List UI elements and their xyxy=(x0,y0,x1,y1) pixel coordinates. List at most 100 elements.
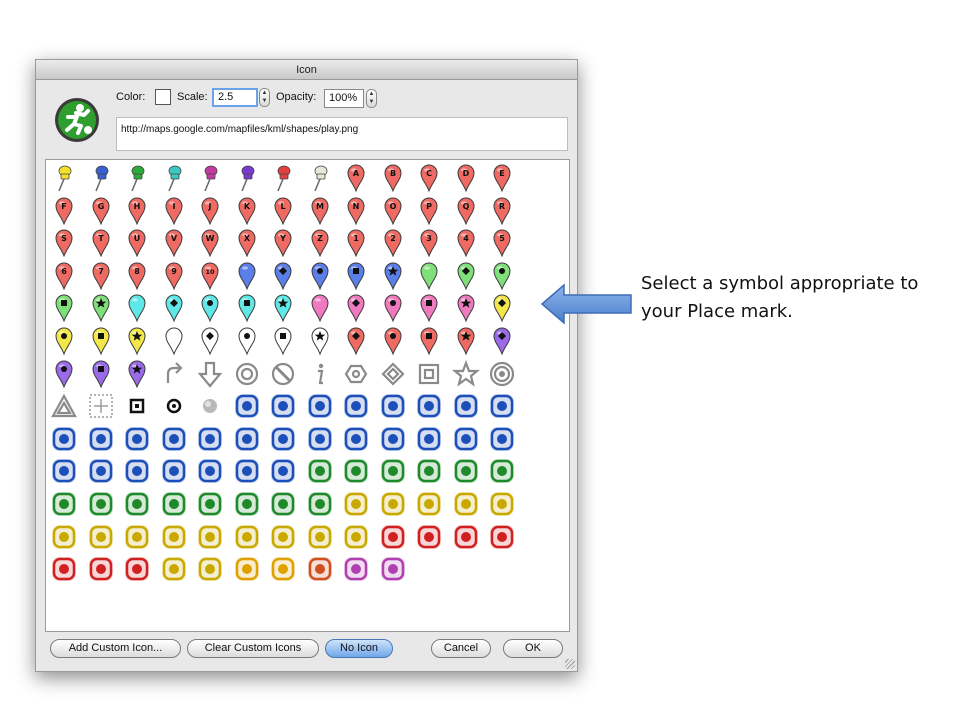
turn-arrow-icon[interactable] xyxy=(159,359,189,389)
gas-station-icon[interactable] xyxy=(159,522,189,552)
pin-square-icon[interactable] xyxy=(414,326,444,356)
pin-dot-icon[interactable] xyxy=(49,326,79,356)
water-waves-icon[interactable] xyxy=(49,456,79,486)
phone-icon[interactable] xyxy=(487,522,517,552)
triangle-outline-icon[interactable] xyxy=(49,391,79,421)
pin-diamond-icon[interactable] xyxy=(451,261,481,291)
pin-w-icon[interactable]: W xyxy=(195,228,225,258)
pin-diamond-icon[interactable] xyxy=(268,261,298,291)
hospital-icon[interactable] xyxy=(414,522,444,552)
sailing-icon[interactable] xyxy=(195,456,225,486)
pin-diamond-icon[interactable] xyxy=(487,293,517,323)
pin-q-icon[interactable]: Q xyxy=(451,196,481,226)
pin-7-icon[interactable]: 7 xyxy=(86,261,116,291)
target-circle-icon[interactable] xyxy=(232,359,262,389)
snowflake-icon[interactable] xyxy=(86,456,116,486)
horse-riding-icon[interactable] xyxy=(195,489,225,519)
pin-p-icon[interactable]: P xyxy=(414,196,444,226)
pin-diamond-icon[interactable] xyxy=(159,293,189,323)
poi-arrow-icon[interactable] xyxy=(49,489,79,519)
movies-icon[interactable] xyxy=(378,489,408,519)
star-outline-icon[interactable] xyxy=(451,359,481,389)
down-arrow-icon[interactable] xyxy=(195,359,225,389)
coffee-icon[interactable] xyxy=(268,391,298,421)
icon-url-field[interactable]: http://maps.google.com/mapfiles/kml/shap… xyxy=(116,117,568,151)
pin-plain-icon[interactable] xyxy=(159,326,189,356)
sunny-icon[interactable] xyxy=(232,554,262,584)
pin-u-icon[interactable]: U xyxy=(122,228,152,258)
pin-diamond-icon[interactable] xyxy=(341,293,371,323)
convenience-icon[interactable] xyxy=(451,489,481,519)
grocery-icon[interactable] xyxy=(414,489,444,519)
yen-icon[interactable] xyxy=(341,522,371,552)
pin-square-icon[interactable] xyxy=(86,359,116,389)
no-entry-icon[interactable] xyxy=(268,359,298,389)
mechanic-icon[interactable] xyxy=(122,522,152,552)
pin-3-icon[interactable]: 3 xyxy=(414,228,444,258)
pin-i-icon[interactable]: I xyxy=(159,196,189,226)
pin-6-icon[interactable]: 6 xyxy=(49,261,79,291)
pin-10-icon[interactable]: 10 xyxy=(195,261,225,291)
hexagon-icon[interactable] xyxy=(341,359,371,389)
pin-dot-icon[interactable] xyxy=(378,326,408,356)
rail-icon[interactable] xyxy=(159,424,189,454)
ok-button[interactable]: OK xyxy=(503,639,563,658)
euro-icon[interactable] xyxy=(305,522,335,552)
pin-m-icon[interactable]: M xyxy=(305,196,335,226)
pin-4-icon[interactable]: 4 xyxy=(451,228,481,258)
wheelchair-icon[interactable] xyxy=(451,391,481,421)
pin-2-icon[interactable]: 2 xyxy=(378,228,408,258)
pin-plain-icon[interactable] xyxy=(232,261,262,291)
bus-icon[interactable] xyxy=(86,424,116,454)
homegardenbusiness-icon[interactable] xyxy=(49,522,79,552)
ferry-icon[interactable] xyxy=(232,424,262,454)
hiking-icon[interactable] xyxy=(86,489,116,519)
pin-e-icon[interactable]: E xyxy=(487,163,517,193)
color-swatch[interactable] xyxy=(155,89,171,105)
pin-square-icon[interactable] xyxy=(232,293,262,323)
firedept-icon[interactable] xyxy=(378,522,408,552)
clear-custom-icons-button[interactable]: Clear Custom Icons xyxy=(187,639,319,658)
helicopter-icon[interactable] xyxy=(268,424,298,454)
pin-b-icon[interactable]: B xyxy=(378,163,408,193)
pin-r-icon[interactable]: R xyxy=(487,196,517,226)
airport-icon[interactable] xyxy=(195,424,225,454)
pin-y-icon[interactable]: Y xyxy=(268,228,298,258)
pin-5-icon[interactable]: 5 xyxy=(487,228,517,258)
pin-dot-icon[interactable] xyxy=(49,359,79,389)
pin-z-icon[interactable]: Z xyxy=(305,228,335,258)
dollar-icon[interactable] xyxy=(268,522,298,552)
flag-icon[interactable] xyxy=(451,424,481,454)
pin-square-icon[interactable] xyxy=(414,293,444,323)
car-icon[interactable] xyxy=(49,424,79,454)
pin-n-icon[interactable]: N xyxy=(341,196,371,226)
pin-1-icon[interactable]: 1 xyxy=(341,228,371,258)
shopping-icon[interactable] xyxy=(341,489,371,519)
man-icon[interactable] xyxy=(378,391,408,421)
pin-t-icon[interactable]: T xyxy=(86,228,116,258)
add-custom-icon-button[interactable]: Add Custom Icon... xyxy=(50,639,181,658)
anchor-icon[interactable] xyxy=(122,456,152,486)
pin-star-icon[interactable] xyxy=(268,293,298,323)
motorbike-icon[interactable] xyxy=(159,489,189,519)
tram-icon[interactable] xyxy=(341,424,371,454)
falling-rocks-icon[interactable] xyxy=(122,554,152,584)
swimming-icon[interactable] xyxy=(232,456,262,486)
ranger-station-icon[interactable] xyxy=(451,456,481,486)
crosshair-square-icon[interactable] xyxy=(86,391,116,421)
pin-star-icon[interactable] xyxy=(122,326,152,356)
pin-d-icon[interactable]: D xyxy=(451,163,481,193)
bullseye-icon[interactable] xyxy=(487,359,517,389)
pin-square-icon[interactable] xyxy=(86,326,116,356)
info-icon[interactable] xyxy=(378,424,408,454)
pushpin-icon[interactable] xyxy=(49,163,79,193)
pin-h-icon[interactable]: H xyxy=(122,196,152,226)
woman-icon[interactable] xyxy=(414,391,444,421)
pin-plain-icon[interactable] xyxy=(305,293,335,323)
pin-a-icon[interactable]: A xyxy=(341,163,371,193)
pin-square-icon[interactable] xyxy=(268,326,298,356)
picnic-icon[interactable] xyxy=(378,456,408,486)
info-i-icon[interactable] xyxy=(305,359,335,389)
dining-icon[interactable] xyxy=(232,391,262,421)
camera-icon[interactable] xyxy=(341,554,371,584)
